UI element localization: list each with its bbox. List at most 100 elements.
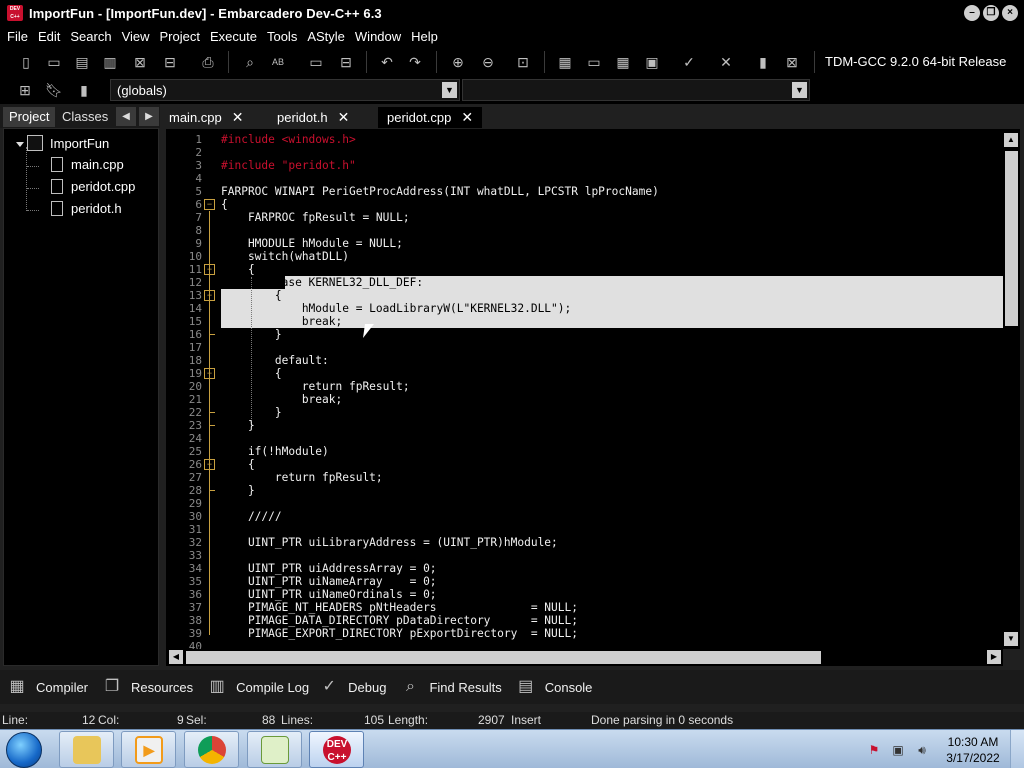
compile-icon[interactable]: ▦ bbox=[553, 50, 577, 74]
close-button[interactable]: × bbox=[1002, 5, 1018, 21]
taskbar-devcpp[interactable]: DEV C++ bbox=[309, 731, 364, 768]
system-clock[interactable]: 10:30 AM 3/17/2022 bbox=[938, 734, 1008, 766]
fold-toggle-icon[interactable]: − bbox=[204, 199, 215, 210]
close-tab-icon[interactable]: ✕ bbox=[338, 109, 350, 126]
save-all-icon[interactable]: ▥ bbox=[98, 50, 122, 74]
chevron-down-icon[interactable]: ▼ bbox=[792, 82, 807, 98]
action-center-icon[interactable]: ⚑ bbox=[866, 742, 882, 758]
tab-scroll-right-icon[interactable]: ▶ bbox=[139, 107, 159, 126]
tab-classes[interactable]: Classes bbox=[56, 107, 114, 127]
tab-project[interactable]: Project bbox=[3, 107, 56, 127]
menu-tools[interactable]: Tools bbox=[262, 29, 302, 44]
horizontal-scroll-thumb[interactable] bbox=[186, 651, 821, 664]
tab-find-results[interactable]: ⌕ Find Results bbox=[398, 675, 502, 699]
undo-icon[interactable]: ↶ bbox=[375, 50, 399, 74]
menu-window[interactable]: Window bbox=[350, 29, 406, 44]
code-line: switch(whatDLL) bbox=[221, 250, 349, 263]
project-options-icon[interactable]: ⊡ bbox=[511, 50, 535, 74]
vertical-scrollbar[interactable]: ▲ ▼ bbox=[1003, 129, 1020, 649]
line-number: 36 bbox=[188, 588, 202, 601]
vertical-scroll-thumb[interactable] bbox=[1005, 151, 1018, 326]
menu-help[interactable]: Help bbox=[406, 29, 443, 44]
tab-compile-log[interactable]: ▥ Compile Log bbox=[205, 675, 310, 699]
stop-execution-icon[interactable]: ✕ bbox=[714, 50, 738, 74]
tree-file-peridot-cpp[interactable]: peridot.cpp bbox=[51, 179, 135, 194]
tree-file-peridot-h[interactable]: peridot.h bbox=[51, 201, 122, 216]
save-icon[interactable]: ▤ bbox=[70, 50, 94, 74]
line-number: 21 bbox=[188, 393, 202, 406]
fold-toggle-icon[interactable]: − bbox=[204, 290, 215, 301]
new-file-icon[interactable]: ▯ bbox=[14, 50, 38, 74]
start-button[interactable] bbox=[6, 732, 42, 768]
restore-button[interactable]: ❐ bbox=[983, 5, 999, 21]
remove-file-icon[interactable]: ⊖ bbox=[476, 50, 500, 74]
toggle-bookmark-icon[interactable]: 🔖︎ bbox=[42, 78, 66, 102]
left-panel-tabs: Project Classes ◀ ▶ bbox=[0, 104, 160, 128]
scope-selector[interactable]: (globals) ▼ bbox=[110, 79, 460, 101]
fold-toggle-icon[interactable]: − bbox=[204, 368, 215, 379]
tab-debug[interactable]: ✓ Debug bbox=[317, 675, 386, 699]
code-editor[interactable]: 1 2 3 4 5 6 7 8 9 10 11 12 13 14 15 16 17 18 19 20 21 22 23 24 2… bbox=[166, 129, 1003, 649]
goto-bookmark-icon[interactable]: ▮ bbox=[72, 78, 96, 102]
tab-console[interactable]: ▤ Console bbox=[514, 675, 592, 699]
compiler-selector[interactable]: TDM-GCC 9.2.0 64-bit Release bbox=[825, 54, 1006, 69]
menu-file[interactable]: File bbox=[2, 29, 33, 44]
bookmark-toggle-icon[interactable]: ⊟ bbox=[334, 50, 358, 74]
tree-project-node[interactable]: ImportFun bbox=[27, 135, 109, 151]
network-icon[interactable]: ▣ bbox=[890, 742, 906, 758]
menu-astyle[interactable]: AStyle bbox=[302, 29, 350, 44]
menu-search[interactable]: Search bbox=[65, 29, 116, 44]
open-icon[interactable]: ▭ bbox=[42, 50, 66, 74]
devcpp-app-icon[interactable]: DEV C++ bbox=[7, 5, 23, 21]
goto-line-icon[interactable]: ▭ bbox=[304, 50, 328, 74]
profile-icon[interactable]: ▮ bbox=[751, 50, 775, 74]
taskbar-explorer[interactable] bbox=[59, 731, 114, 768]
replace-icon[interactable]: AB bbox=[266, 50, 290, 74]
function-selector[interactable]: ▼ bbox=[462, 79, 810, 101]
volume-icon[interactable]: 🔊︎ bbox=[914, 742, 930, 758]
delete-profile-icon[interactable]: ⊠ bbox=[780, 50, 804, 74]
code-line: PIMAGE_EXPORT_DIRECTORY pExportDirectory… bbox=[221, 627, 578, 640]
tab-scroll-left-icon[interactable]: ◀ bbox=[116, 107, 136, 126]
expand-arrow-icon[interactable] bbox=[16, 142, 24, 147]
show-desktop-button[interactable] bbox=[1010, 730, 1024, 768]
chevron-down-icon[interactable]: ▼ bbox=[442, 82, 457, 98]
run-icon[interactable]: ▭ bbox=[582, 50, 606, 74]
code-area[interactable]: #include <windows.h> #include "peridot.h"… bbox=[221, 129, 1003, 649]
fold-toggle-icon[interactable]: − bbox=[204, 459, 215, 470]
scroll-down-icon[interactable]: ▼ bbox=[1004, 632, 1018, 646]
menu-edit[interactable]: Edit bbox=[33, 29, 65, 44]
close-all-icon[interactable]: ⊟ bbox=[158, 50, 182, 74]
scroll-up-icon[interactable]: ▲ bbox=[1004, 133, 1018, 147]
compile-run-icon[interactable]: ▦ bbox=[611, 50, 635, 74]
taskbar-chrome[interactable] bbox=[184, 731, 239, 768]
menu-execute[interactable]: Execute bbox=[205, 29, 262, 44]
fold-toggle-icon[interactable]: − bbox=[204, 264, 215, 275]
close-tab-icon[interactable]: ✕ bbox=[232, 109, 244, 126]
minimize-button[interactable]: – bbox=[964, 5, 980, 21]
tab-peridot-h[interactable]: peridot.h ✕ bbox=[268, 107, 358, 128]
close-tab-icon[interactable]: ✕ bbox=[461, 109, 473, 126]
tab-compiler[interactable]: ▦ Compiler bbox=[5, 675, 88, 699]
tree-file-main-cpp[interactable]: main.cpp bbox=[51, 157, 124, 172]
find-icon[interactable]: ⌕ bbox=[238, 50, 262, 74]
redo-icon[interactable]: ↷ bbox=[403, 50, 427, 74]
tab-peridot-cpp[interactable]: peridot.cpp ✕ bbox=[378, 107, 483, 128]
check-syntax-icon[interactable]: ✓ bbox=[677, 50, 701, 74]
print-icon[interactable]: ⎙ bbox=[196, 50, 220, 74]
close-file-icon[interactable]: ⊠ bbox=[128, 50, 152, 74]
title-bar: DEV C++ ImportFun - [ImportFun.dev] - Em… bbox=[0, 0, 1024, 26]
rebuild-icon[interactable]: ▣ bbox=[640, 50, 664, 74]
insert-icon[interactable]: ⊞ bbox=[13, 78, 37, 102]
horizontal-scrollbar[interactable]: ◀ ▶ bbox=[166, 649, 1003, 666]
menu-project[interactable]: Project bbox=[155, 29, 205, 44]
tab-main-cpp[interactable]: main.cpp ✕ bbox=[160, 107, 252, 128]
taskbar-notepad[interactable] bbox=[247, 731, 302, 768]
tab-resources[interactable]: ❐ Resources bbox=[100, 675, 193, 699]
taskbar-media-player[interactable]: ▶ bbox=[121, 731, 176, 768]
compile-log-icon: ▥ bbox=[209, 678, 225, 695]
menu-view[interactable]: View bbox=[117, 29, 155, 44]
scroll-left-icon[interactable]: ◀ bbox=[169, 650, 183, 664]
scroll-right-icon[interactable]: ▶ bbox=[987, 650, 1001, 664]
new-project-icon[interactable]: ⊕ bbox=[446, 50, 470, 74]
